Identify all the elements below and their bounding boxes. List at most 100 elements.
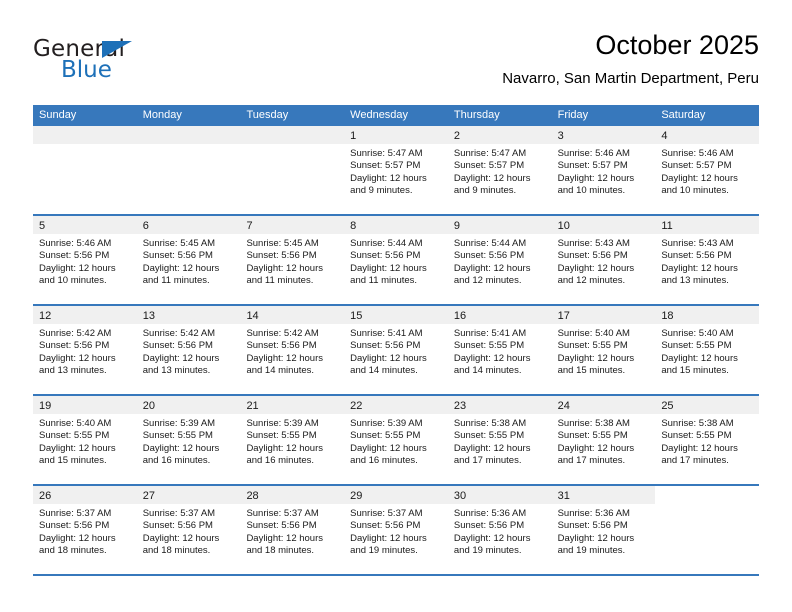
sunrise-text: Sunrise: 5:39 AM xyxy=(142,418,216,429)
day-number: 5 xyxy=(39,220,46,232)
weekday-header-thursday: Thursday xyxy=(453,109,500,121)
day-details: Sunrise: 5:46 AM Sunset: 5:57 PM Daylight:… xyxy=(655,144,759,197)
day-details: Sunrise: 5:46 AM Sunset: 5:56 PM Daylight:… xyxy=(33,234,137,287)
day-number-band: 23 xyxy=(447,396,552,414)
day-cell[interactable]: 4 Sunrise: 5:46 AM Sunset: 5:57 PM Daylight… xyxy=(655,126,760,214)
day-details: Sunrise: 5:38 AM Sunset: 5:55 PM Daylight:… xyxy=(552,414,656,467)
daylight-text: Daylight: 12 hours and 13 minutes. xyxy=(39,352,116,376)
sunrise-text: Sunrise: 5:42 AM xyxy=(39,328,112,339)
day-cell[interactable]: 30 Sunrise: 5:36 AM Sunset: 5:56 PM Dayligh… xyxy=(447,486,552,574)
weekday-header-wednesday: Wednesday xyxy=(350,109,409,121)
day-number-band: 13 xyxy=(136,306,241,324)
sunrise-text: Sunrise: 5:46 AM xyxy=(661,148,734,159)
sunset-text: Sunset: 5:56 PM xyxy=(39,340,110,352)
sunset-text: Sunset: 5:55 PM xyxy=(557,340,628,352)
day-details: Sunrise: 5:41 AM Sunset: 5:56 PM Daylight:… xyxy=(344,324,448,377)
day-details: Sunrise: 5:39 AM Sunset: 5:55 PM Daylight:… xyxy=(344,414,448,467)
sunrise-text: Sunrise: 5:39 AM xyxy=(350,418,423,429)
sunrise-text: Sunrise: 5:38 AM xyxy=(557,418,630,429)
daylight-text: Daylight: 12 hours and 17 minutes. xyxy=(661,442,738,466)
sunset-text: Sunset: 5:57 PM xyxy=(661,160,732,172)
day-cell-empty xyxy=(33,126,137,214)
day-cell[interactable]: 13 Sunrise: 5:42 AM Sunset: 5:56 PM Dayligh… xyxy=(136,306,241,394)
day-number: 10 xyxy=(557,220,570,232)
day-cell[interactable]: 19 Sunrise: 5:40 AM Sunset: 5:55 PM Dayligh… xyxy=(33,396,137,484)
day-details: Sunrise: 5:42 AM Sunset: 5:56 PM Daylight:… xyxy=(137,324,241,377)
sunrise-text: Sunrise: 5:43 AM xyxy=(661,238,734,249)
sunrise-text: Sunrise: 5:40 AM xyxy=(557,328,630,339)
day-cell[interactable]: 14 Sunrise: 5:42 AM Sunset: 5:56 PM Dayligh… xyxy=(240,306,345,394)
day-cell[interactable]: 24 Sunrise: 5:38 AM Sunset: 5:55 PM Dayligh… xyxy=(551,396,656,484)
sunset-text: Sunset: 5:56 PM xyxy=(246,520,317,532)
day-number-band: 28 xyxy=(240,486,345,504)
calendar-week-row: 26 Sunrise: 5:37 AM Sunset: 5:56 PM Dayligh… xyxy=(33,486,760,576)
day-number-band: 31 xyxy=(551,486,656,504)
day-cell[interactable]: 7 Sunrise: 5:45 AM Sunset: 5:56 PM Daylight… xyxy=(240,216,345,304)
day-cell[interactable]: 12 Sunrise: 5:42 AM Sunset: 5:56 PM Dayligh… xyxy=(33,306,137,394)
day-cell[interactable]: 15 Sunrise: 5:41 AM Sunset: 5:56 PM Dayligh… xyxy=(344,306,448,394)
sunrise-text: Sunrise: 5:36 AM xyxy=(453,508,527,519)
daylight-text: Daylight: 12 hours and 10 minutes. xyxy=(39,262,116,286)
day-number-band: 7 xyxy=(240,216,345,234)
sunset-text: Sunset: 5:56 PM xyxy=(350,250,421,262)
day-number-band: 14 xyxy=(240,306,345,324)
daylight-text: Daylight: 12 hours and 11 minutes. xyxy=(246,262,324,286)
day-number-band: 27 xyxy=(136,486,241,504)
day-cell[interactable]: 1 Sunrise: 5:47 AM Sunset: 5:57 PM Daylight… xyxy=(344,126,448,214)
day-cell[interactable]: 17 Sunrise: 5:40 AM Sunset: 5:55 PM Dayligh… xyxy=(551,306,656,394)
sunset-text: Sunset: 5:56 PM xyxy=(557,520,628,532)
sunset-text: Sunset: 5:55 PM xyxy=(557,430,628,442)
sunset-text: Sunset: 5:56 PM xyxy=(453,520,525,532)
day-cell[interactable]: 27 Sunrise: 5:37 AM Sunset: 5:56 PM Dayligh… xyxy=(136,486,241,574)
day-cell[interactable]: 9 Sunrise: 5:44 AM Sunset: 5:56 PM Daylight… xyxy=(447,216,552,304)
day-cell[interactable]: 11 Sunrise: 5:43 AM Sunset: 5:56 PM Dayligh… xyxy=(655,216,760,304)
day-cell[interactable]: 21 Sunrise: 5:39 AM Sunset: 5:55 PM Dayligh… xyxy=(240,396,345,484)
day-details: Sunrise: 5:45 AM Sunset: 5:56 PM Daylight:… xyxy=(240,234,344,287)
day-number-band: 2 xyxy=(447,126,552,144)
day-cell[interactable]: 20 Sunrise: 5:39 AM Sunset: 5:55 PM Dayligh… xyxy=(136,396,241,484)
sunset-text: Sunset: 5:56 PM xyxy=(557,250,628,262)
day-cell[interactable]: 16 Sunrise: 5:41 AM Sunset: 5:55 PM Dayligh… xyxy=(447,306,552,394)
day-number: 2 xyxy=(453,130,460,142)
day-cell[interactable]: 25 Sunrise: 5:38 AM Sunset: 5:55 PM Dayligh… xyxy=(655,396,760,484)
day-cell[interactable]: 26 Sunrise: 5:37 AM Sunset: 5:56 PM Dayligh… xyxy=(33,486,137,574)
day-number: 9 xyxy=(453,220,460,232)
day-details: Sunrise: 5:45 AM Sunset: 5:56 PM Daylight:… xyxy=(137,234,241,287)
day-cell[interactable]: 29 Sunrise: 5:37 AM Sunset: 5:56 PM Dayligh… xyxy=(344,486,448,574)
day-cell[interactable]: 5 Sunrise: 5:46 AM Sunset: 5:56 PM Daylight… xyxy=(33,216,137,304)
day-number-band: 11 xyxy=(655,216,760,234)
logo-text-blue: Blue xyxy=(61,57,112,83)
day-details: Sunrise: 5:44 AM Sunset: 5:56 PM Daylight:… xyxy=(448,234,552,287)
day-cell[interactable]: 28 Sunrise: 5:37 AM Sunset: 5:56 PM Dayligh… xyxy=(240,486,345,574)
day-cell[interactable]: 6 Sunrise: 5:45 AM Sunset: 5:56 PM Daylight… xyxy=(136,216,241,304)
day-number: 8 xyxy=(350,220,357,232)
day-number: 22 xyxy=(350,400,363,412)
day-cell[interactable]: 8 Sunrise: 5:44 AM Sunset: 5:56 PM Daylight… xyxy=(344,216,448,304)
day-cell[interactable]: 23 Sunrise: 5:38 AM Sunset: 5:55 PM Dayligh… xyxy=(447,396,552,484)
sunset-text: Sunset: 5:56 PM xyxy=(246,250,317,262)
day-cell[interactable]: 18 Sunrise: 5:40 AM Sunset: 5:55 PM Dayligh… xyxy=(655,306,760,394)
sunset-text: Sunset: 5:55 PM xyxy=(453,430,525,442)
day-details: Sunrise: 5:38 AM Sunset: 5:55 PM Daylight:… xyxy=(655,414,759,467)
day-details: Sunrise: 5:46 AM Sunset: 5:57 PM Daylight:… xyxy=(552,144,656,197)
day-number-band: 26 xyxy=(33,486,137,504)
day-number: 26 xyxy=(39,490,52,502)
day-cell[interactable]: 22 Sunrise: 5:39 AM Sunset: 5:55 PM Dayligh… xyxy=(344,396,448,484)
daylight-text: Daylight: 12 hours and 9 minutes. xyxy=(453,172,531,196)
daylight-text: Daylight: 12 hours and 15 minutes. xyxy=(39,442,116,466)
sunrise-text: Sunrise: 5:39 AM xyxy=(246,418,319,429)
day-number: 21 xyxy=(246,400,259,412)
day-number-band: 24 xyxy=(551,396,656,414)
day-cell[interactable]: 2 Sunrise: 5:47 AM Sunset: 5:57 PM Daylight… xyxy=(447,126,552,214)
day-cell[interactable]: 3 Sunrise: 5:46 AM Sunset: 5:57 PM Daylight… xyxy=(551,126,656,214)
daylight-text: Daylight: 12 hours and 16 minutes. xyxy=(142,442,220,466)
day-cell[interactable]: 10 Sunrise: 5:43 AM Sunset: 5:56 PM Dayligh… xyxy=(551,216,656,304)
sunset-text: Sunset: 5:56 PM xyxy=(142,340,213,352)
day-details: Sunrise: 5:44 AM Sunset: 5:56 PM Daylight:… xyxy=(344,234,448,287)
sunrise-text: Sunrise: 5:37 AM xyxy=(39,508,112,519)
day-cell[interactable]: 31 Sunrise: 5:36 AM Sunset: 5:56 PM Dayligh… xyxy=(551,486,656,574)
day-details: Sunrise: 5:42 AM Sunset: 5:56 PM Daylight:… xyxy=(240,324,344,377)
general-blue-logo[interactable]: General Blue xyxy=(33,36,213,92)
day-number-band: 9 xyxy=(447,216,552,234)
sunset-text: Sunset: 5:55 PM xyxy=(142,430,213,442)
